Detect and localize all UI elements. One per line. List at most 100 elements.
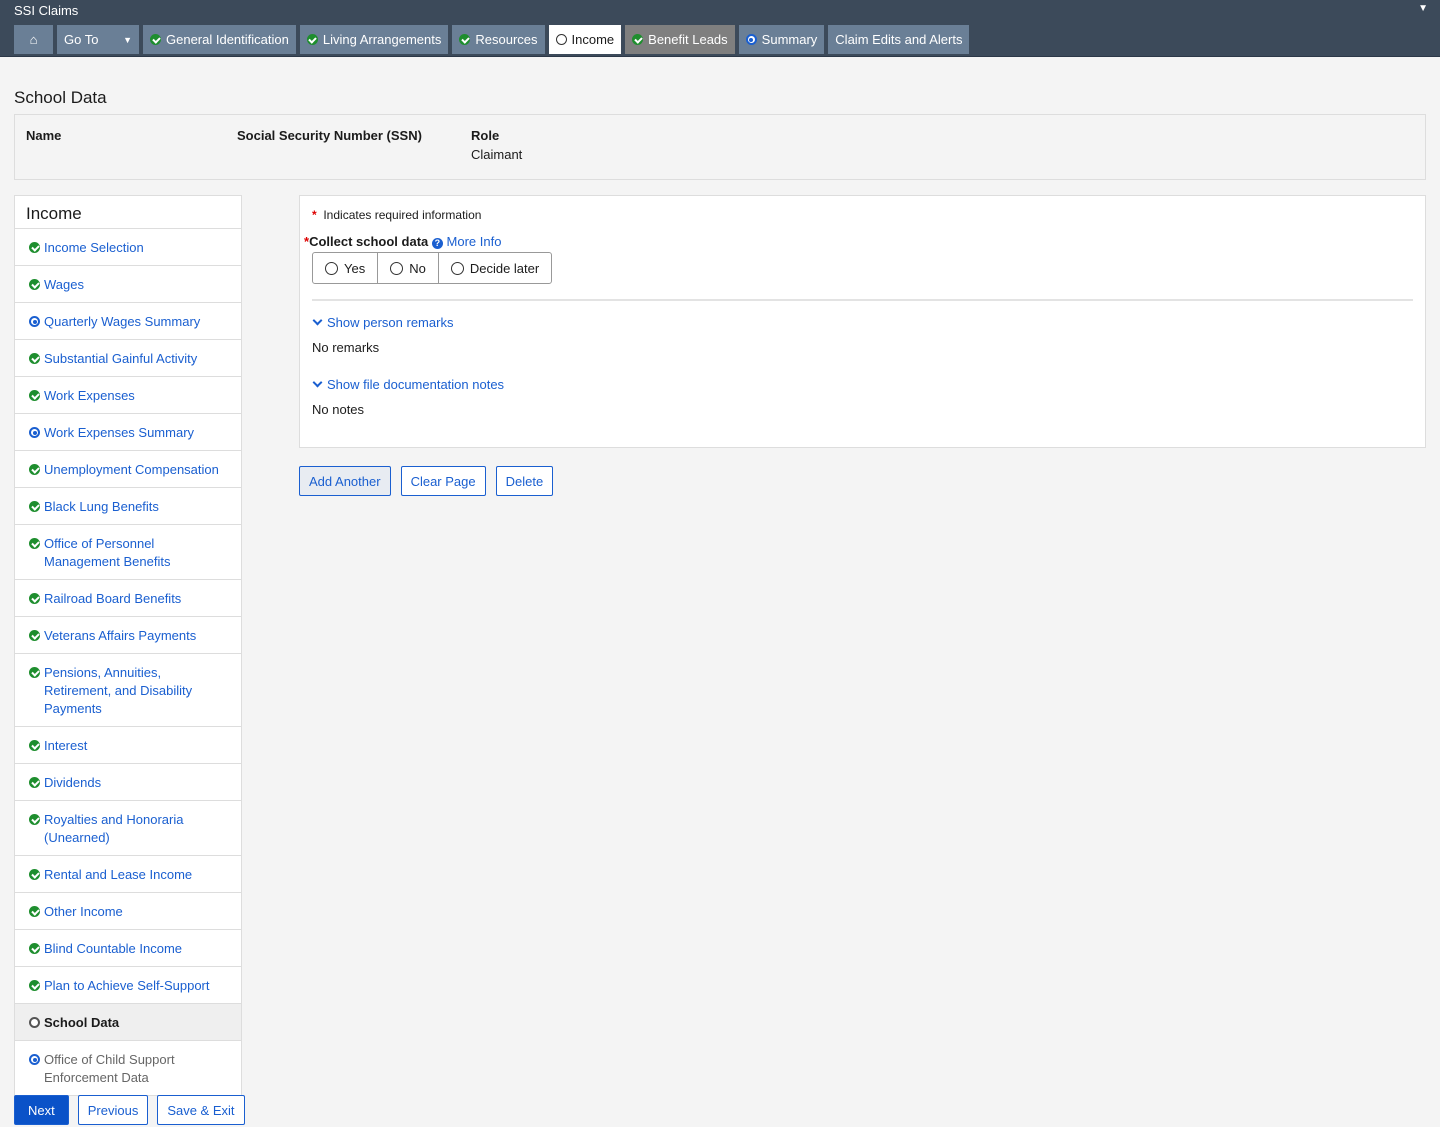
check-icon bbox=[29, 242, 40, 253]
sidebar-item-label: Unemployment Compensation bbox=[44, 462, 219, 477]
sidebar-item[interactable]: Quarterly Wages Summary bbox=[15, 303, 241, 340]
toggle-label: Show file documentation notes bbox=[327, 377, 505, 392]
tab-label: Claim Edits and Alerts bbox=[835, 32, 963, 47]
required-note-text: Indicates required information bbox=[323, 208, 482, 222]
sidebar-item[interactable]: Royalties and Honoraria (Unearned) bbox=[15, 801, 241, 856]
delete-button[interactable]: Delete bbox=[495, 466, 554, 496]
check-icon bbox=[29, 667, 40, 678]
sidebar-item[interactable]: Wages bbox=[15, 266, 241, 303]
add-another-button[interactable]: Add Another bbox=[299, 466, 391, 496]
sidebar-item-label: Work Expenses Summary bbox=[44, 425, 195, 440]
show-file-notes-toggle[interactable]: Show file documentation notes bbox=[312, 377, 504, 392]
check-icon bbox=[29, 501, 40, 512]
sidebar-item[interactable]: Rental and Lease Income bbox=[15, 856, 241, 893]
sidebar-item[interactable]: Income Selection bbox=[15, 229, 241, 266]
sidebar-item-label: Dividends bbox=[44, 775, 102, 790]
tab-benefit-leads[interactable]: Benefit Leads bbox=[625, 25, 735, 54]
empty-circle-icon bbox=[555, 34, 567, 45]
sidebar-item[interactable]: Black Lung Benefits bbox=[15, 488, 241, 525]
sidebar-item-label: Office of Personnel Management Benefits bbox=[44, 536, 171, 569]
empty-circle-icon bbox=[29, 1017, 40, 1028]
radio-icon bbox=[325, 261, 338, 275]
next-button[interactable]: Next bbox=[14, 1095, 69, 1125]
sidebar-item[interactable]: Work Expenses bbox=[15, 377, 241, 414]
sidebar-item[interactable]: Plan to Achieve Self-Support bbox=[15, 967, 241, 1004]
in-progress-icon bbox=[29, 427, 40, 438]
check-icon bbox=[29, 814, 40, 825]
tab-living-arrangements[interactable]: Living Arrangements bbox=[299, 25, 449, 54]
tab-resources[interactable]: Resources bbox=[452, 25, 545, 54]
radio-decide-later[interactable]: Decide later bbox=[439, 253, 551, 283]
sidebar-item[interactable]: Interest bbox=[15, 727, 241, 764]
check-icon bbox=[29, 777, 40, 788]
sidebar-item-label: Office of Child Support Enforcement Data bbox=[44, 1052, 175, 1085]
sidebar-item[interactable]: Dividends bbox=[15, 764, 241, 801]
sidebar-item[interactable]: Substantial Gainful Activity bbox=[15, 340, 241, 377]
tab-claim-edits-alerts[interactable]: Claim Edits and Alerts bbox=[828, 25, 970, 54]
tab-income[interactable]: Income bbox=[548, 25, 622, 54]
sidebar-item[interactable]: Railroad Board Benefits bbox=[15, 580, 241, 617]
sidebar-item[interactable]: Veterans Affairs Payments bbox=[15, 617, 241, 654]
radio-yes[interactable]: Yes bbox=[313, 253, 379, 283]
show-person-remarks-toggle[interactable]: Show person remarks bbox=[312, 315, 453, 330]
sidebar-item[interactable]: School Data bbox=[15, 1004, 241, 1041]
sidebar-item[interactable]: Office of Child Support Enforcement Data bbox=[15, 1041, 241, 1095]
sidebar-item-label: Royalties and Honoraria (Unearned) bbox=[44, 812, 184, 845]
radio-no[interactable]: No bbox=[378, 253, 439, 283]
toggle-label: Show person remarks bbox=[327, 315, 454, 330]
save-exit-button[interactable]: Save & Exit bbox=[157, 1095, 245, 1125]
ssn-label: Social Security Number (SSN) bbox=[237, 128, 422, 143]
tab-summary[interactable]: Summary bbox=[738, 25, 825, 54]
sidebar-item[interactable]: Office of Personnel Management Benefits bbox=[15, 525, 241, 580]
form-actions: Add Another Clear Page Delete bbox=[299, 466, 554, 496]
check-icon bbox=[29, 943, 40, 954]
radio-icon bbox=[450, 261, 464, 275]
person-info: Name Social Security Number (SSN) Role Cl… bbox=[14, 114, 1426, 180]
check-icon bbox=[29, 538, 40, 549]
role-value: Claimant bbox=[471, 147, 523, 162]
check-icon bbox=[150, 34, 161, 45]
in-progress-icon bbox=[29, 1054, 40, 1065]
radio-icon bbox=[390, 261, 404, 275]
check-icon bbox=[29, 740, 40, 751]
app-titlebar: SSI Claims ▼ bbox=[0, 0, 1440, 21]
required-note: * Indicates required information bbox=[312, 208, 481, 222]
sidebar-item[interactable]: Work Expenses Summary bbox=[15, 414, 241, 451]
tab-label: General Identification bbox=[166, 32, 289, 47]
sidebar-item-label: Pensions, Annuities, Retirement, and Dis… bbox=[44, 665, 193, 716]
tab-label: Income bbox=[571, 32, 615, 47]
sidebar-item-label: School Data bbox=[44, 1015, 120, 1030]
radio-label: Yes bbox=[344, 260, 366, 276]
help-icon: ? bbox=[431, 238, 443, 249]
sidebar-item-label: Blind Countable Income bbox=[44, 941, 183, 956]
tab-general-identification[interactable]: General Identification bbox=[143, 25, 296, 54]
chevron-down-icon bbox=[312, 315, 323, 326]
sidebar-item[interactable]: Unemployment Compensation bbox=[15, 451, 241, 488]
sidebar-item[interactable]: Other Income bbox=[15, 893, 241, 930]
check-icon bbox=[29, 279, 40, 290]
caret-down-icon[interactable]: ▼ bbox=[1418, 3, 1428, 14]
sidebar-item[interactable]: Blind Countable Income bbox=[15, 930, 241, 967]
radio-label: Decide later bbox=[469, 260, 540, 276]
sidebar-item-label: Quarterly Wages Summary bbox=[44, 314, 201, 329]
sidebar-item-label: Income Selection bbox=[44, 240, 144, 255]
more-info-link[interactable]: ? More Info bbox=[431, 234, 501, 249]
sidebar-item-label: Interest bbox=[44, 738, 88, 753]
sidebar-item-label: Rental and Lease Income bbox=[44, 867, 193, 882]
sidebar-item[interactable]: Pensions, Annuities, Retirement, and Dis… bbox=[15, 654, 241, 727]
check-icon bbox=[632, 34, 644, 45]
sidebar: Income Income Selection Wages Quarterly Wa… bbox=[14, 195, 242, 1096]
check-icon bbox=[29, 464, 40, 475]
top-nav: ⌂ Go To ▼ General Identification Living A… bbox=[0, 21, 1440, 57]
tab-label: Summary bbox=[761, 32, 818, 47]
check-icon bbox=[29, 390, 40, 401]
question-label: Collect school data bbox=[309, 234, 429, 249]
chevron-down-icon bbox=[312, 377, 323, 388]
school-data-form: * Indicates required information *Collec… bbox=[299, 195, 1426, 448]
previous-button[interactable]: Previous bbox=[77, 1095, 149, 1125]
home-button[interactable]: ⌂ bbox=[14, 25, 53, 54]
clear-page-button[interactable]: Clear Page bbox=[400, 466, 486, 496]
goto-menu[interactable]: Go To ▼ bbox=[57, 25, 139, 54]
home-icon: ⌂ bbox=[29, 32, 38, 47]
sidebar-item-label: Veterans Affairs Payments bbox=[44, 628, 197, 643]
